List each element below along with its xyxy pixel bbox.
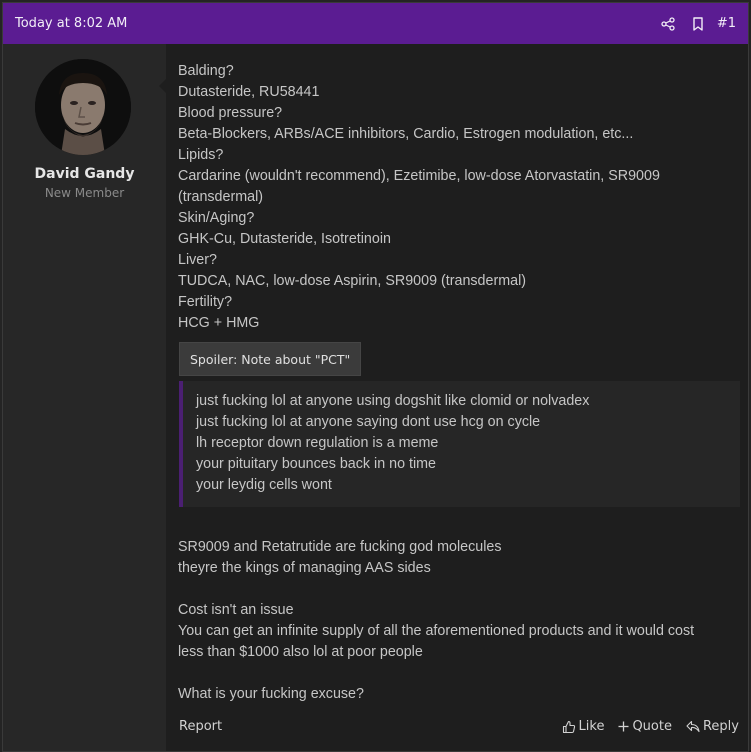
quote-label: Quote [632,719,672,734]
spoiler-button[interactable]: Spoiler: Note about "PCT" [179,342,362,376]
plus-icon [618,721,629,732]
post-actions: #1 [653,3,736,44]
body-line: less than $1000 also lol at poor people [178,644,423,660]
body-line: Skin/Aging? [178,210,255,226]
body-line: theyre the kings of managing AAS sides [178,560,431,576]
like-label: Like [578,719,605,734]
spoiler-content: just fucking lol at anyone using dogshit… [179,381,740,507]
body-line: Cost isn't an issue [178,602,294,618]
body-line: Cardarine (wouldn't recommend), Ezetimib… [178,168,660,184]
body-line: Beta-Blockers, ARBs/ACE inhibitors, Card… [178,126,634,142]
spoiler-line: your pituitary bounces back in no time [196,456,436,472]
user-panel: David Gandy New Member [3,44,167,751]
body-line: Liver? [178,252,217,268]
thumbs-up-icon [562,720,576,734]
reply-icon [686,720,700,733]
reply-button[interactable]: Reply [686,719,739,734]
post-number[interactable]: #1 [717,16,736,31]
reply-label: Reply [702,719,739,734]
spoiler-line: just fucking lol at anyone using dogshit… [196,393,590,409]
body-line: Fertility? [178,294,233,310]
spoiler-line: your leydig cells wont [196,477,332,493]
body-line: Balding? [178,63,234,79]
body-line: Lipids? [178,147,224,163]
report-link[interactable]: Report [179,719,222,734]
post-arrow [159,78,167,94]
post: Today at 8:02 AM #1 David Gandy New Memb… [2,2,749,752]
body-line: GHK-Cu, Dutasteride, Isotretinoin [178,231,391,247]
body-line: TUDCA, NAC, low-dose Aspirin, SR9009 (tr… [178,273,527,289]
post-header: Today at 8:02 AM #1 [3,3,748,44]
post-body-continued: SR9009 and Retatrutide are fucking god m… [178,537,738,705]
quote-button[interactable]: Quote [618,719,672,734]
spoiler-line: lh receptor down regulation is a meme [196,435,439,451]
body-line: (transdermal) [178,189,264,205]
like-button[interactable]: Like [562,719,605,734]
share-icon[interactable] [653,3,683,44]
username[interactable]: David Gandy [3,166,166,182]
post-timestamp[interactable]: Today at 8:02 AM [15,16,127,31]
user-title: New Member [44,186,125,200]
avatar[interactable] [35,59,131,155]
post-footer: Report Like Quote Reply [179,719,739,739]
body-line: Dutasteride, RU58441 [178,84,320,100]
body-line: HCG + HMG [178,315,260,331]
body-line: You can get an infinite supply of all th… [178,623,695,639]
post-reactions: Like Quote Reply [562,719,739,734]
bookmark-icon[interactable] [683,3,713,44]
body-line: What is your fucking excuse? [178,686,364,702]
body-line: SR9009 and Retatrutide are fucking god m… [178,539,502,555]
post-body: Balding? Dutasteride, RU58441 Blood pres… [178,61,738,334]
body-line: Blood pressure? [178,105,283,121]
spoiler-line: just fucking lol at anyone saying dont u… [196,414,541,430]
